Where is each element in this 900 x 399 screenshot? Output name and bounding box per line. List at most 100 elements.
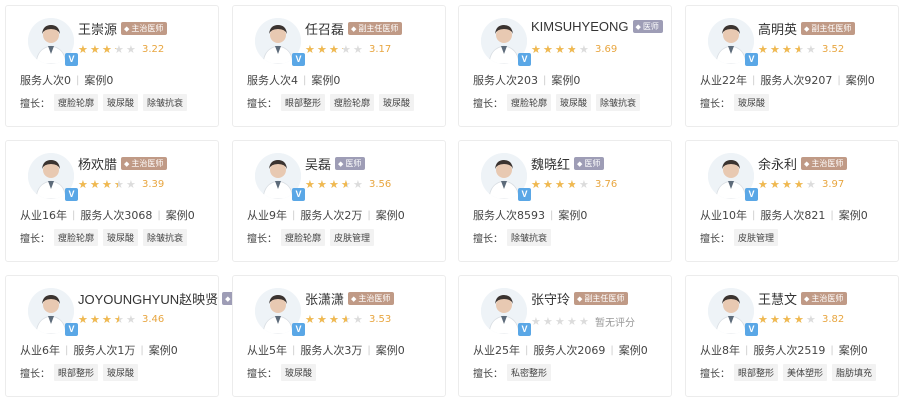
stat-item: 从业9年 [247, 209, 287, 222]
diamond-icon: ◆ [351, 294, 357, 303]
skill-tag[interactable]: 除皱抗衰 [143, 229, 188, 246]
skill-tag[interactable]: 瘦脸轮廓 [54, 229, 99, 246]
avatar-wrap: V [481, 153, 531, 201]
title-badge: ◆ 主治医师 [121, 22, 168, 35]
rating-score: 3.82 [822, 314, 845, 325]
doctor-card[interactable]: V 任召磊 ◆副主任医师 ★★★★★★★★★ 3.17 服务人次4|案例0 擅长… [232, 5, 446, 127]
star-fill-icon: ★ [567, 44, 575, 55]
doctor-name[interactable]: 高明英 [758, 19, 797, 38]
doctor-name[interactable]: 王慧文 [758, 289, 797, 308]
star-icon: ★★ [770, 43, 780, 56]
star-icon: ★★ [78, 178, 88, 191]
star-fill-icon: ★ [329, 179, 339, 190]
doctor-name[interactable]: 魏晓红 [531, 154, 570, 173]
rating: ★ ★ ★ ★ ★ ★ ★ ★ ★ 3.46 [78, 314, 164, 325]
star-fill-icon: ★ [78, 44, 88, 55]
doctor-name-row: 高明英 ◆ 副主任医师 [758, 19, 856, 38]
star-icon: ★★ [794, 178, 804, 191]
skills-label: 擅长： [247, 369, 277, 380]
doctor-name[interactable]: 王崇源 [78, 19, 117, 38]
skill-tag[interactable]: 瘦脸轮廓 [54, 94, 99, 111]
stat-separator: | [140, 344, 144, 356]
rating-score: 3.17 [369, 44, 392, 55]
skill-tag[interactable]: 玻尿酸 [281, 364, 317, 381]
skill-tag[interactable]: 瘦脸轮廓 [281, 229, 326, 246]
doctor-stats: 从业22年 | 服务人次9207 | 案例0 [700, 72, 875, 88]
skill-tag[interactable]: 脂肪填充 [832, 364, 877, 381]
verified-icon: V [65, 188, 78, 201]
doctor-name[interactable]: 张潇潇 [305, 289, 344, 308]
star-fill-icon: ★ [794, 179, 804, 190]
stat-item: 从业6年 [20, 344, 60, 357]
doctor-card[interactable]: V 吴磊 ◆ 医师 ★ ★ ★ ★ ★ ★ ★ ★ ★ 3.56 从业9年 | 服务人次2万 | 案例0 … [232, 140, 446, 262]
skill-tag[interactable]: 眼部整形 [281, 94, 326, 111]
verified-icon: V [518, 53, 531, 66]
doctor-name[interactable]: 余永利 [758, 154, 797, 173]
skill-tag[interactable]: 玻尿酸 [103, 94, 139, 111]
doctor-card[interactable]: V 张守玲 ◆ 副主任医师 ★ ★ ★ ★ ★ 暂无评分 从业25年 | 服务人次2069 | 案… [458, 275, 672, 397]
skill-tag[interactable]: 玻尿酸 [379, 94, 415, 111]
verified-icon: V [745, 53, 758, 66]
stat-item: 案例0 [551, 74, 581, 87]
title-badge: ◆ 副主任医师 [574, 292, 629, 305]
star-fill-icon: ★ [317, 179, 327, 190]
doctor-card[interactable]: V 王崇源 ◆主治医师 ★★★★★★★★★ 3.22 服务人次0|案例0 擅长：… [5, 5, 219, 127]
doctor-card[interactable]: V 王慧文 ◆ 主治医师 ★ ★ ★ ★ ★ ★ ★ ★ ★ 3.82 从业8年 | 服务人次2519… [685, 275, 899, 397]
star-rating: ★ ★ ★ ★ ★ [531, 316, 591, 327]
star-icon: ★★ [90, 313, 100, 326]
skill-tag[interactable]: 皮肤管理 [330, 229, 375, 246]
stat-item: 服务人次3068 [80, 209, 153, 222]
skill-tag[interactable]: 私密整形 [507, 364, 552, 381]
doctor-card[interactable]: V 杨欢腊 ◆主治医师 ★★★★★★★★★ 3.39 从业16年|服务人次306… [5, 140, 219, 262]
doctor-card[interactable]: V 张潇潇 ◆ 主治医师 ★ ★ ★ ★ ★ ★ ★ ★ ★ 3.53 从业5年 | 服务人次3万 | 案… [232, 275, 446, 397]
skill-tag[interactable]: 除皱抗衰 [143, 94, 188, 111]
skill-tag[interactable]: 玻尿酸 [734, 94, 770, 111]
diamond-icon: ◆ [351, 24, 357, 33]
stat-item: 服务人次0 [20, 74, 71, 87]
skill-tag[interactable]: 瘦脸轮廓 [330, 94, 375, 111]
doctor-name[interactable]: JOYOUNGHYUN赵映贤 [78, 289, 218, 308]
doctor-card[interactable]: V 余永利 ◆ 主治医师 ★ ★ ★ ★ ★ ★ ★ ★ ★ 3.97 从业10年 | 服务人次821… [685, 140, 899, 262]
title-badge-label: 主治医师 [811, 159, 844, 168]
verified-icon: V [292, 323, 305, 336]
skill-tag[interactable]: 眼部整形 [54, 364, 99, 381]
title-badge: ◆ 副主任医师 [348, 22, 403, 35]
doctor-name[interactable]: 任召磊 [305, 19, 344, 38]
doctor-card[interactable]: V 魏晓红 ◆ 医师 ★ ★ ★ ★ ★ ★ ★ ★ ★ 3.76 服务人次8593 | 案例0 擅长… [458, 140, 672, 262]
doctor-card[interactable]: V JOYOUNGHYUN赵映贤 ◆医 ★★★★★★★★★ 3.46 从业6年|… [5, 275, 245, 397]
star-fill-icon: ★ [567, 179, 576, 190]
skill-tag[interactable]: 玻尿酸 [103, 364, 139, 381]
star-rating: ★★★★★★★★★ [531, 179, 591, 190]
doctor-card[interactable]: V 高明英 ◆ 副主任医师 ★ ★ ★ ★ ★ ★ ★ ★ ★ 3.52 从业22年 | 服务人次92… [685, 5, 899, 127]
star-icon: ★★ [114, 43, 124, 56]
stat-item: 服务人次4 [247, 74, 298, 87]
doctor-stats: 服务人次4 | 案例0 [247, 72, 340, 88]
skill-tag[interactable]: 美体塑形 [783, 364, 828, 381]
star-fill-icon: ★ [770, 179, 780, 190]
skill-tag[interactable]: 玻尿酸 [556, 94, 592, 111]
rating-score: 3.22 [142, 44, 165, 55]
stat-separator: | [367, 344, 371, 356]
skill-tag[interactable]: 瘦脸轮廓 [507, 94, 552, 111]
stat-separator: | [830, 209, 834, 221]
stat-item: 服务人次203 [473, 74, 538, 87]
doctor-name[interactable]: 吴磊 [305, 154, 331, 173]
rating: ★★★★★★★★★ 3.39 [78, 179, 164, 190]
stat-item: 案例0 [838, 209, 868, 222]
doctor-name[interactable]: KIMSUHYEONG [531, 19, 629, 34]
doctor-name[interactable]: 杨欢腊 [78, 154, 117, 173]
skill-tag[interactable]: 除皱抗衰 [596, 94, 641, 111]
star-icon: ★★ [555, 43, 565, 56]
skill-tag[interactable]: 除皱抗衰 [507, 229, 552, 246]
star-icon: ★★ [770, 313, 780, 326]
stat-separator: | [292, 344, 296, 356]
diamond-icon: ◆ [635, 22, 641, 31]
skill-tag[interactable]: 皮肤管理 [734, 229, 779, 246]
diamond-icon: ◆ [338, 159, 344, 168]
skill-tag[interactable]: 眼部整形 [734, 364, 779, 381]
stat-separator: | [550, 209, 554, 221]
skills-row: 擅长： 皮肤管理 [700, 229, 783, 246]
doctor-card[interactable]: V KIMSUHYEONG ◆ 医师 ★ ★ ★ ★ ★ ★ ★ ★ ★ 3.69 服务人次203… [458, 5, 672, 127]
doctor-name[interactable]: 张守玲 [531, 289, 570, 308]
skill-tag[interactable]: 玻尿酸 [103, 229, 139, 246]
